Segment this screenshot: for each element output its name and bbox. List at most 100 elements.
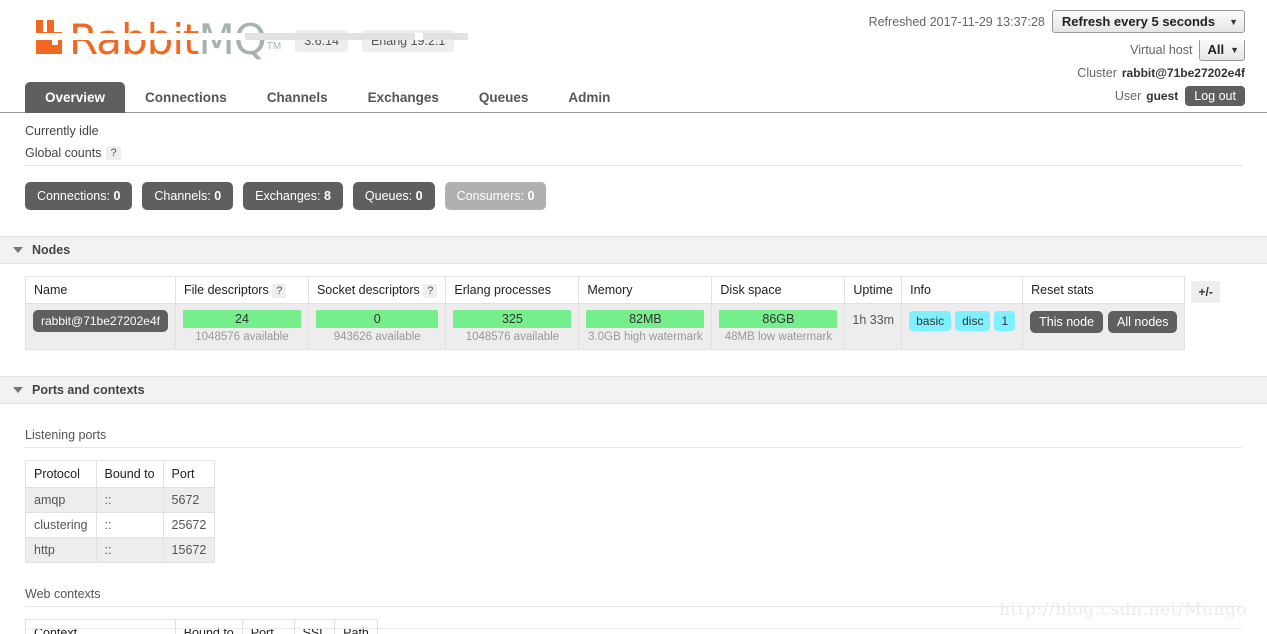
nodes-section-title: Nodes [32, 243, 71, 257]
listening-ports-label: Listening ports [25, 422, 1242, 448]
ports-col-port[interactable]: Port [162, 460, 216, 488]
node-info-cell: basic disc 1 [901, 303, 1024, 350]
listening-ports-header-row: Protocol Bound to Port [25, 460, 216, 488]
main-content: Currently idle Global counts ? Connectio… [0, 120, 1267, 634]
count-value: 0 [113, 189, 121, 203]
count-label: Channels: [154, 189, 211, 203]
ctx-col-bound-to[interactable]: Bound to [174, 619, 243, 634]
nodes-col-info[interactable]: Info [901, 276, 1024, 304]
cluster-name: rabbit@71be27202e4f [1121, 66, 1245, 80]
nodes-col-uptime[interactable]: Uptime [844, 276, 903, 304]
tab-queues[interactable]: Queues [459, 82, 549, 113]
port-port-cell: 25672 [162, 512, 216, 538]
chevron-down-icon: ▼ [1229, 16, 1238, 27]
collapse-triangle-icon [13, 387, 23, 393]
erlang-processes-sub: 1048576 available [465, 331, 560, 343]
cluster-label: Cluster [1077, 66, 1117, 80]
count-pill-queues[interactable]: Queues: 0 [352, 182, 435, 210]
tab-channels[interactable]: Channels [247, 82, 348, 113]
nodes-col-file-descriptors-label: File descriptors [183, 283, 269, 297]
tab-overview[interactable]: Overview [25, 82, 126, 113]
count-value: 0 [214, 189, 222, 203]
refresh-interval-select[interactable]: Refresh every 5 seconds ▼ [1051, 10, 1245, 33]
reset-stats-all-nodes-button[interactable]: All nodes [1108, 311, 1178, 333]
toggle-columns-button[interactable]: +/- [1191, 280, 1220, 303]
info-badge-1[interactable]: 1 [994, 311, 1016, 331]
virtual-host-value: All [1207, 42, 1225, 57]
tab-admin[interactable]: Admin [548, 82, 630, 113]
table-row: rabbit@71be27202e4f 24 1048576 available… [25, 303, 1221, 350]
virtual-host-label: Virtual host [1130, 42, 1193, 57]
nodes-table: Name File descriptors ? Socket descripto… [25, 276, 1221, 350]
file-descriptors-help-icon[interactable]: ? [272, 284, 287, 298]
count-label: Exchanges: [255, 189, 321, 203]
erlang-processes-bar: 325 [453, 310, 572, 328]
node-uptime-cell: 1h 33m [844, 303, 903, 350]
file-descriptors-sub: 1048576 available [195, 331, 289, 343]
socket-descriptors-help-icon[interactable]: ? [423, 284, 438, 298]
uptime-value: 1h 33m [852, 313, 895, 327]
nodes-col-file-descriptors[interactable]: File descriptors ? [174, 276, 309, 304]
nodes-col-disk-space[interactable]: Disk space [711, 276, 846, 304]
table-row: http:: 15672 [25, 537, 216, 563]
count-value: 0 [415, 189, 423, 203]
node-file-descriptors-cell: 24 1048576 available [174, 303, 309, 350]
port-protocol-cell: clustering [25, 512, 97, 538]
virtual-host-select[interactable]: All ▼ [1199, 38, 1245, 61]
count-pill-consumers[interactable]: Consumers: 0 [444, 182, 547, 210]
chevron-down-icon: ▼ [1230, 44, 1239, 55]
node-reset-stats-cell: This node All nodes [1022, 303, 1186, 350]
rabbitmq-management-page: RabbitMQTM 3.6.14 Erlang 19.2.1 Refreshe… [0, 0, 1267, 634]
toggle-columns-cell: +/- [1185, 277, 1220, 304]
ports-col-bound-to[interactable]: Bound to [95, 460, 164, 488]
nodes-col-socket-descriptors[interactable]: Socket descriptors ? [307, 276, 447, 304]
global-counts-label: Global counts [25, 146, 102, 160]
port-protocol-cell: amqp [25, 487, 97, 513]
ctx-col-context[interactable]: Context [25, 619, 176, 634]
reset-stats-this-node-button[interactable]: This node [1030, 311, 1104, 333]
node-disk-space-cell: 86GB 48MB low watermark [711, 303, 846, 350]
nodes-col-socket-descriptors-label: Socket descriptors [316, 283, 420, 297]
node-name-badge[interactable]: rabbit@71be27202e4f [33, 310, 168, 332]
port-port-cell: 5672 [162, 487, 216, 513]
disk-space-bar: 86GB [719, 310, 838, 328]
file-descriptors-bar: 24 [182, 310, 301, 328]
disk-space-sub: 48MB low watermark [724, 331, 833, 343]
ctx-col-path[interactable]: Path [334, 619, 378, 634]
node-erlang-processes-cell: 325 1048576 available [445, 303, 580, 350]
memory-sub: 3.0GB high watermark [588, 331, 703, 343]
count-pill-exchanges[interactable]: Exchanges: 8 [243, 182, 343, 210]
ports-section-toggle[interactable]: Ports and contexts [0, 376, 1267, 404]
main-navigation-tabs: Overview Connections Channels Exchanges Queu… [0, 80, 1267, 113]
ports-col-protocol[interactable]: Protocol [25, 460, 97, 488]
socket-descriptors-bar: 0 [315, 310, 439, 328]
global-counts-help-icon[interactable]: ? [106, 146, 121, 160]
node-memory-cell: 82MB 3.0GB high watermark [578, 303, 713, 350]
tab-exchanges[interactable]: Exchanges [348, 82, 459, 113]
port-bound-to-cell: :: [95, 512, 164, 538]
global-counts-header: Global counts ? [25, 138, 1242, 166]
nodes-col-memory[interactable]: Memory [578, 276, 713, 304]
ctx-col-port[interactable]: Port [241, 619, 295, 634]
info-badge-disc[interactable]: disc [955, 311, 991, 331]
nodes-col-reset-stats[interactable]: Reset stats [1022, 276, 1186, 304]
nodes-col-name[interactable]: Name [25, 276, 176, 304]
collapse-triangle-icon [13, 247, 23, 253]
table-row: clustering:: 25672 [25, 512, 216, 538]
ports-section-title: Ports and contexts [32, 383, 145, 397]
table-row: amqp:: 5672 [25, 487, 216, 513]
page-watermark: http://blog.csdn.net/Mungo [999, 600, 1247, 620]
nodes-section-toggle[interactable]: Nodes [0, 236, 1267, 264]
web-contexts-header-row: Context Bound to Port SSL Path [25, 619, 378, 634]
status-text: Currently idle [25, 124, 99, 138]
info-badge-basic[interactable]: basic [909, 311, 952, 331]
logo-trademark: TM [266, 41, 282, 52]
memory-bar: 82MB [586, 310, 705, 328]
port-protocol-cell: http [25, 537, 97, 563]
ctx-col-ssl[interactable]: SSL [293, 619, 336, 634]
node-name-cell: rabbit@71be27202e4f [25, 303, 176, 350]
count-pill-channels[interactable]: Channels: 0 [142, 182, 234, 210]
count-pill-connections[interactable]: Connections: 0 [25, 182, 133, 210]
nodes-col-erlang-processes[interactable]: Erlang processes [445, 276, 580, 304]
tab-connections[interactable]: Connections [125, 82, 247, 113]
